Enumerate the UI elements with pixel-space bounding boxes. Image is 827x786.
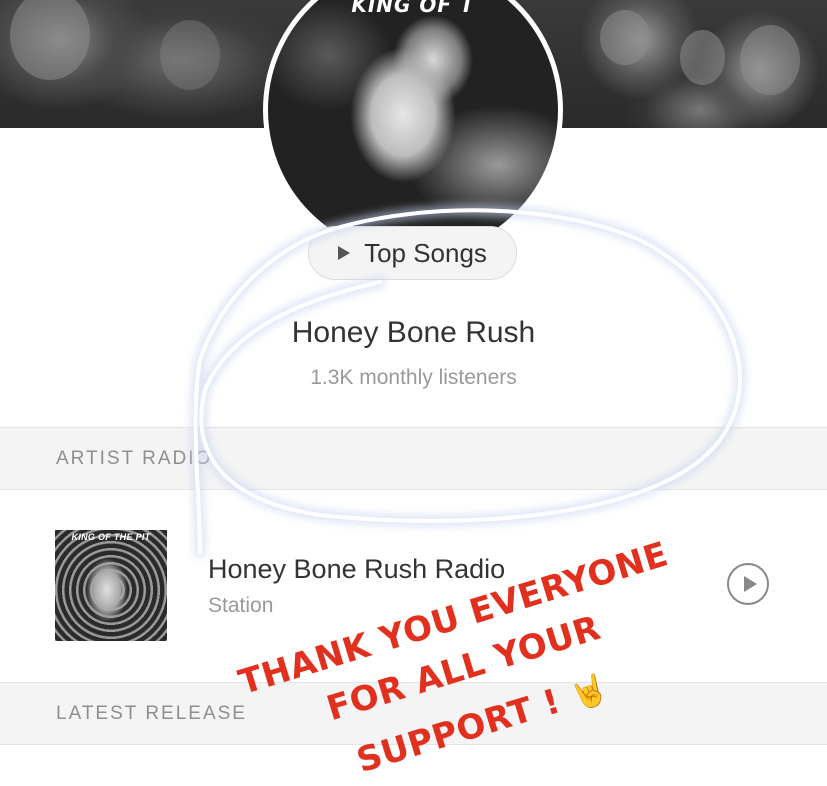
avatar-text: KING OF T (351, 0, 475, 17)
artist-avatar: KING OF T (263, 0, 563, 260)
latest-release-label: LATEST RELEASE (56, 703, 247, 724)
play-icon (338, 246, 351, 260)
artist-radio-section-header: ARTIST RADIO (0, 427, 827, 490)
artist-name: Honey Bone Rush (291, 316, 536, 349)
monthly-listeners: 1.3K monthly listeners (310, 366, 517, 389)
artist-radio-label: ARTIST RADIO (56, 448, 213, 469)
top-songs-button[interactable]: Top Songs (308, 226, 517, 280)
station-artwork-text: KING OF THE PIT (71, 532, 151, 542)
station-subtitle: Station (208, 594, 274, 617)
station-row[interactable]: KING OF THE PIT Honey Bone Rush Radio St… (0, 490, 827, 682)
top-songs-label: Top Songs (364, 237, 487, 268)
station-artwork: KING OF THE PIT (55, 530, 167, 641)
station-title: Honey Bone Rush Radio (208, 554, 506, 584)
play-circle-icon[interactable] (727, 563, 769, 605)
